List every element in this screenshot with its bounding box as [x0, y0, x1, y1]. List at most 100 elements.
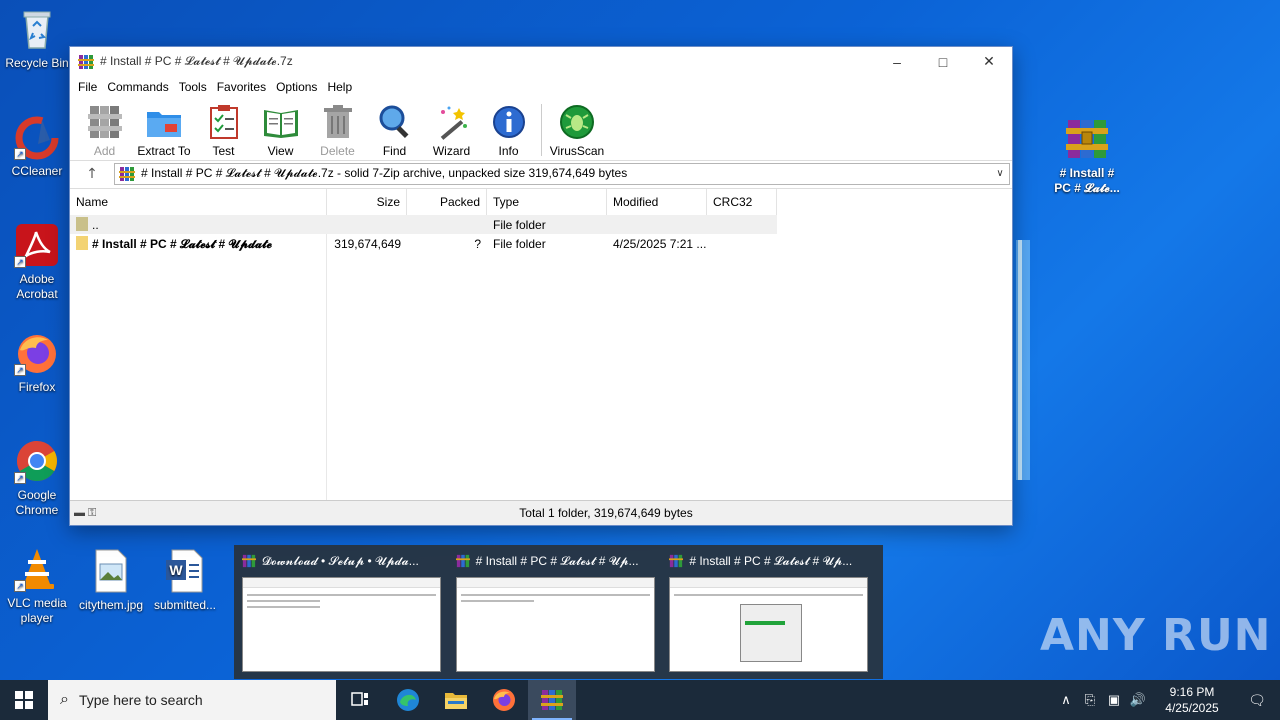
extract-to-icon [147, 112, 181, 137]
desktop-icon-adobe-acrobat[interactable]: ↗ Adobe Acrobat [0, 222, 74, 302]
thumbnail-preview-image [242, 577, 441, 672]
maximize-button[interactable]: □ [920, 47, 966, 76]
desktop-icon-firefox[interactable]: ↗ Firefox [0, 330, 74, 395]
menu-tools[interactable]: Tools [177, 80, 215, 94]
desktop-icon-citythem[interactable]: citythem.jpg [74, 548, 148, 613]
desktop-icon-submitted[interactable]: W submitted... [148, 548, 222, 613]
column-packed[interactable]: Packed [407, 189, 487, 215]
column-size[interactable]: Size [327, 189, 407, 215]
word-document-icon: W [162, 548, 208, 594]
archive-icon [119, 166, 135, 181]
notification-icon[interactable]: 🗨 [1234, 692, 1280, 709]
desktop-icon-vlc[interactable]: ↗ VLC media player [0, 546, 74, 626]
start-button[interactable] [0, 680, 48, 720]
edge-icon [397, 689, 419, 711]
desktop-icon-recycle-bin[interactable]: Recycle Bin [0, 6, 74, 71]
task-view-button[interactable] [336, 680, 384, 720]
usb-icon[interactable]: ⎘ [1078, 692, 1102, 708]
winrar-app-icon [78, 54, 94, 69]
desktop-icon-label: CCleaner [11, 164, 63, 178]
image-file-icon [88, 548, 134, 594]
taskbar: ⌕ Type here to search ∧ ⎘ ▣ 🔊 9:16 PM 4/… [0, 680, 1280, 720]
thumbnail-preview-image [669, 577, 869, 672]
desktop-icon-label: Firefox [18, 380, 56, 394]
info-button[interactable]: Info [480, 98, 537, 158]
find-label: Find [382, 144, 407, 158]
virusscan-label: VirusScan [549, 144, 605, 158]
thumbnail-window-1[interactable]: 𝓓𝓸𝔀𝓷𝓵𝓸𝓪𝓭 • 𝓢𝓮𝓽𝓾𝓹 • 𝓤𝓹𝓭𝓪... [238, 551, 452, 673]
menu-help[interactable]: Help [325, 80, 360, 94]
taskbar-winrar[interactable] [528, 680, 576, 720]
taskbar-edge[interactable] [384, 680, 432, 720]
column-crc32[interactable]: CRC32 [707, 189, 777, 215]
virusscan-icon [560, 105, 594, 139]
taskbar-file-explorer[interactable] [432, 680, 480, 720]
winrar-app-icon [669, 554, 684, 568]
column-name[interactable]: Name [70, 189, 327, 215]
row-size: 319,674,649 [334, 236, 401, 251]
thumbnail-title: # Install # PC # 𝓛𝓪𝓽𝓮𝓼𝓽 # 𝓤𝓹... [475, 553, 639, 568]
volume-icon[interactable]: 🔊 [1126, 692, 1150, 708]
wizard-button[interactable]: Wizard [423, 98, 480, 158]
thumbnail-window-3[interactable]: # Install # PC # 𝓛𝓪𝓽𝓮𝓼𝓽 # 𝓤𝓹... [665, 551, 879, 673]
address-bar: ↑ # Install # PC # 𝓛𝓪𝓽𝓮𝓼𝓽 # 𝓤𝓹𝓭𝓪𝓽𝓮.7z - … [70, 160, 1012, 186]
desktop-icon-archive[interactable]: # Install # PC # 𝓛𝓪𝓽𝓮... [1050, 116, 1124, 196]
menu-options[interactable]: Options [274, 80, 325, 94]
toolbar: Add Extract To Test View Delete Find Wiz… [70, 98, 1012, 160]
drive-key-icon[interactable]: ▬ ⚿ [70, 507, 140, 520]
clock[interactable]: 9:16 PM 4/25/2025 [1150, 684, 1234, 716]
column-type[interactable]: Type [487, 189, 607, 215]
desktop-icon-label: # Install # PC # 𝓛𝓪𝓽𝓮... [1054, 166, 1120, 195]
view-icon [263, 110, 298, 138]
find-button[interactable]: Find [366, 98, 423, 158]
minimize-button[interactable]: – [874, 47, 920, 76]
chevron-down-icon[interactable]: ∨ [991, 168, 1009, 179]
desktop-icon-ccleaner[interactable]: ↗ CCleaner [0, 114, 74, 179]
svg-text:W: W [169, 562, 183, 578]
taskbar-firefox[interactable] [480, 680, 528, 720]
title-bar[interactable]: # Install # PC # 𝓛𝓪𝓽𝓮𝓼𝓽 # 𝓤𝓹𝓭𝓪𝓽𝓮.7z – □ … [70, 47, 1012, 76]
info-label: Info [498, 144, 519, 158]
up-arrow-icon[interactable]: ↑ [70, 166, 114, 182]
desktop-icon-label: citythem.jpg [78, 598, 144, 612]
folder-icon [76, 235, 88, 250]
add-icon [87, 106, 122, 138]
chevron-up-icon[interactable]: ∧ [1054, 692, 1078, 708]
test-label: Test [212, 144, 235, 158]
list-item-parent[interactable]: .. File folder [70, 215, 777, 234]
row-name: # Install # PC # 𝓛𝓪𝓽𝓮𝓼𝓽 # 𝓤𝓹𝓭𝓪𝓽𝓮 [70, 235, 327, 252]
row-packed: ? [474, 236, 481, 251]
add-button[interactable]: Add [76, 98, 133, 158]
column-modified[interactable]: Modified [607, 189, 707, 215]
network-icon[interactable]: ▣ [1102, 692, 1126, 708]
desktop-icon-label: VLC media player [7, 596, 67, 625]
windows-logo-icon [15, 691, 33, 709]
thumbnail-title: # Install # PC # 𝓛𝓪𝓽𝓮𝓼𝓽 # 𝓤𝓹... [689, 553, 853, 568]
thumbnail-window-2[interactable]: # Install # PC # 𝓛𝓪𝓽𝓮𝓼𝓽 # 𝓤𝓹... [452, 551, 666, 673]
list-item-folder[interactable]: # Install # PC # 𝓛𝓪𝓽𝓮𝓼𝓽 # 𝓤𝓹𝓭𝓪𝓽𝓮 319,674… [70, 234, 1012, 253]
delete-button[interactable]: Delete [309, 98, 366, 158]
view-button[interactable]: View [252, 98, 309, 158]
archive-path-field[interactable]: # Install # PC # 𝓛𝓪𝓽𝓮𝓼𝓽 # 𝓤𝓹𝓭𝓪𝓽𝓮.7z - so… [114, 162, 1010, 185]
vlc-icon: ↗ [14, 546, 60, 592]
virusscan-button[interactable]: VirusScan [546, 98, 608, 158]
extract-to-label: Extract To [137, 144, 191, 158]
window-title: # Install # PC # 𝓛𝓪𝓽𝓮𝓼𝓽 # 𝓤𝓹𝓭𝓪𝓽𝓮.7z [100, 54, 293, 68]
desktop-icon-google-chrome[interactable]: ↗ Google Chrome [0, 438, 74, 518]
menu-commands[interactable]: Commands [105, 80, 176, 94]
winrar-archive-icon [1064, 116, 1110, 162]
delete-icon [323, 105, 352, 138]
extract-to-button[interactable]: Extract To [133, 98, 195, 158]
search-icon: ⌕ [60, 691, 69, 708]
row-name: .. [70, 217, 327, 232]
menu-favorites[interactable]: Favorites [215, 80, 274, 94]
menu-file[interactable]: File [76, 80, 105, 94]
winrar-app-icon [242, 554, 256, 568]
search-input[interactable]: ⌕ Type here to search [48, 680, 336, 720]
firefox-icon: ↗ [14, 330, 60, 376]
desktop-icon-label: submitted... [153, 598, 217, 612]
firefox-icon [493, 689, 515, 711]
test-button[interactable]: Test [195, 98, 252, 158]
wizard-label: Wizard [432, 144, 471, 158]
close-button[interactable]: ✕ [966, 47, 1012, 76]
